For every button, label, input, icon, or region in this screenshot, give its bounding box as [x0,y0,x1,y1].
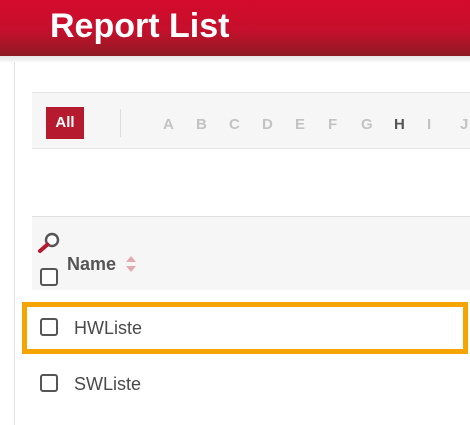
page-title: Report List [50,7,230,45]
magnifier-icon[interactable] [36,231,62,255]
filter-letter-b[interactable]: B [196,115,229,135]
filter-all-button[interactable]: All [46,107,84,139]
report-list-panel: All A B C D E F G H I J Name HWListe SWL… [14,62,470,425]
filter-letter-h[interactable]: H [394,115,427,135]
row-checkbox[interactable] [40,374,58,392]
filter-letter-f[interactable]: F [328,115,361,135]
filter-letter-i[interactable]: I [427,115,460,135]
filter-letter-g[interactable]: G [361,115,394,135]
report-name[interactable]: HWListe [74,317,142,339]
filter-letter-c[interactable]: C [229,115,262,135]
filter-letter-d[interactable]: D [262,115,295,135]
table-row[interactable]: SWListe [32,359,470,409]
alphabet-letters: A B C D E F G H I J [163,115,470,135]
column-header-name[interactable]: Name [67,253,116,275]
sort-arrows-icon[interactable] [125,255,137,273]
app-header: Report List [0,0,470,56]
report-name[interactable]: SWListe [74,373,141,395]
row-checkbox[interactable] [40,318,58,336]
alphabet-divider [120,109,121,137]
filter-letter-a[interactable]: A [163,115,196,135]
table-row[interactable]: HWListe [32,303,470,353]
select-all-checkbox[interactable] [40,268,58,286]
filter-letter-e[interactable]: E [295,115,328,135]
filter-letter-j[interactable]: J [460,115,470,135]
alphabet-filter-bar: All A B C D E F G H I J [32,92,470,149]
table-header: Name [32,216,470,290]
